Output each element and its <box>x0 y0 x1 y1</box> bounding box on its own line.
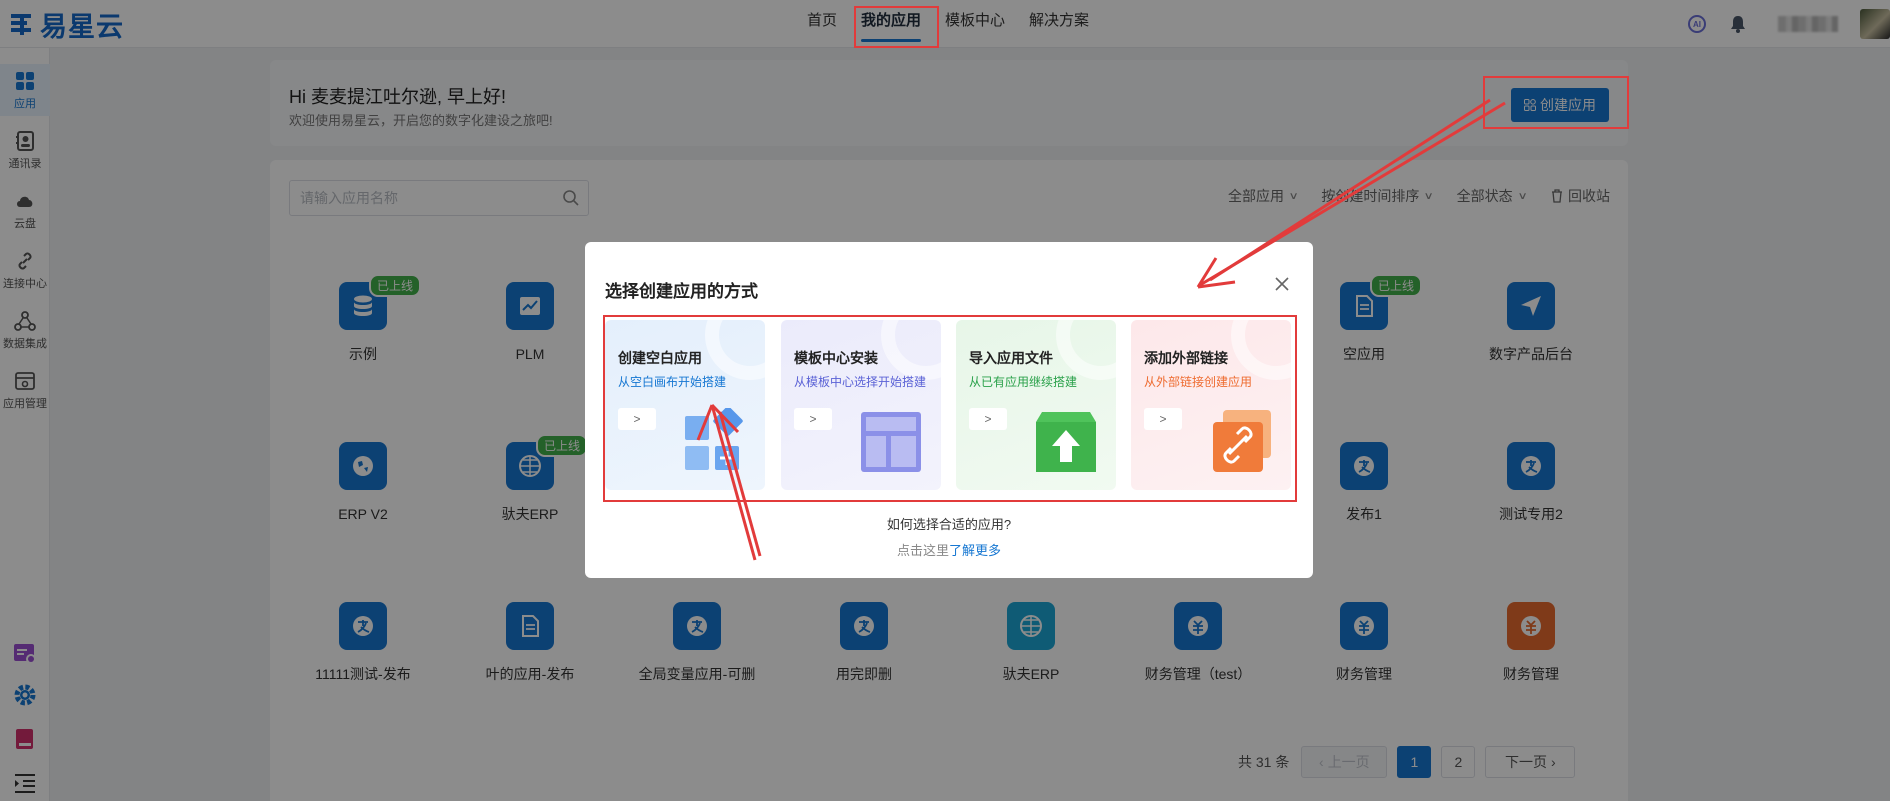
dialog-title: 选择创建应用的方式 <box>605 282 758 301</box>
annotation-box-options <box>603 315 1297 502</box>
help-line: 点击这里了解更多 <box>585 540 1313 559</box>
help-prefix: 点击这里 <box>896 543 949 558</box>
annotation-box-create <box>1483 76 1629 129</box>
help-question: 如何选择合适的应用? <box>886 517 1012 532</box>
annotation-box-nav <box>854 6 939 48</box>
learn-more-link[interactable]: 了解更多 <box>949 543 1001 558</box>
close-icon[interactable] <box>1274 276 1290 292</box>
